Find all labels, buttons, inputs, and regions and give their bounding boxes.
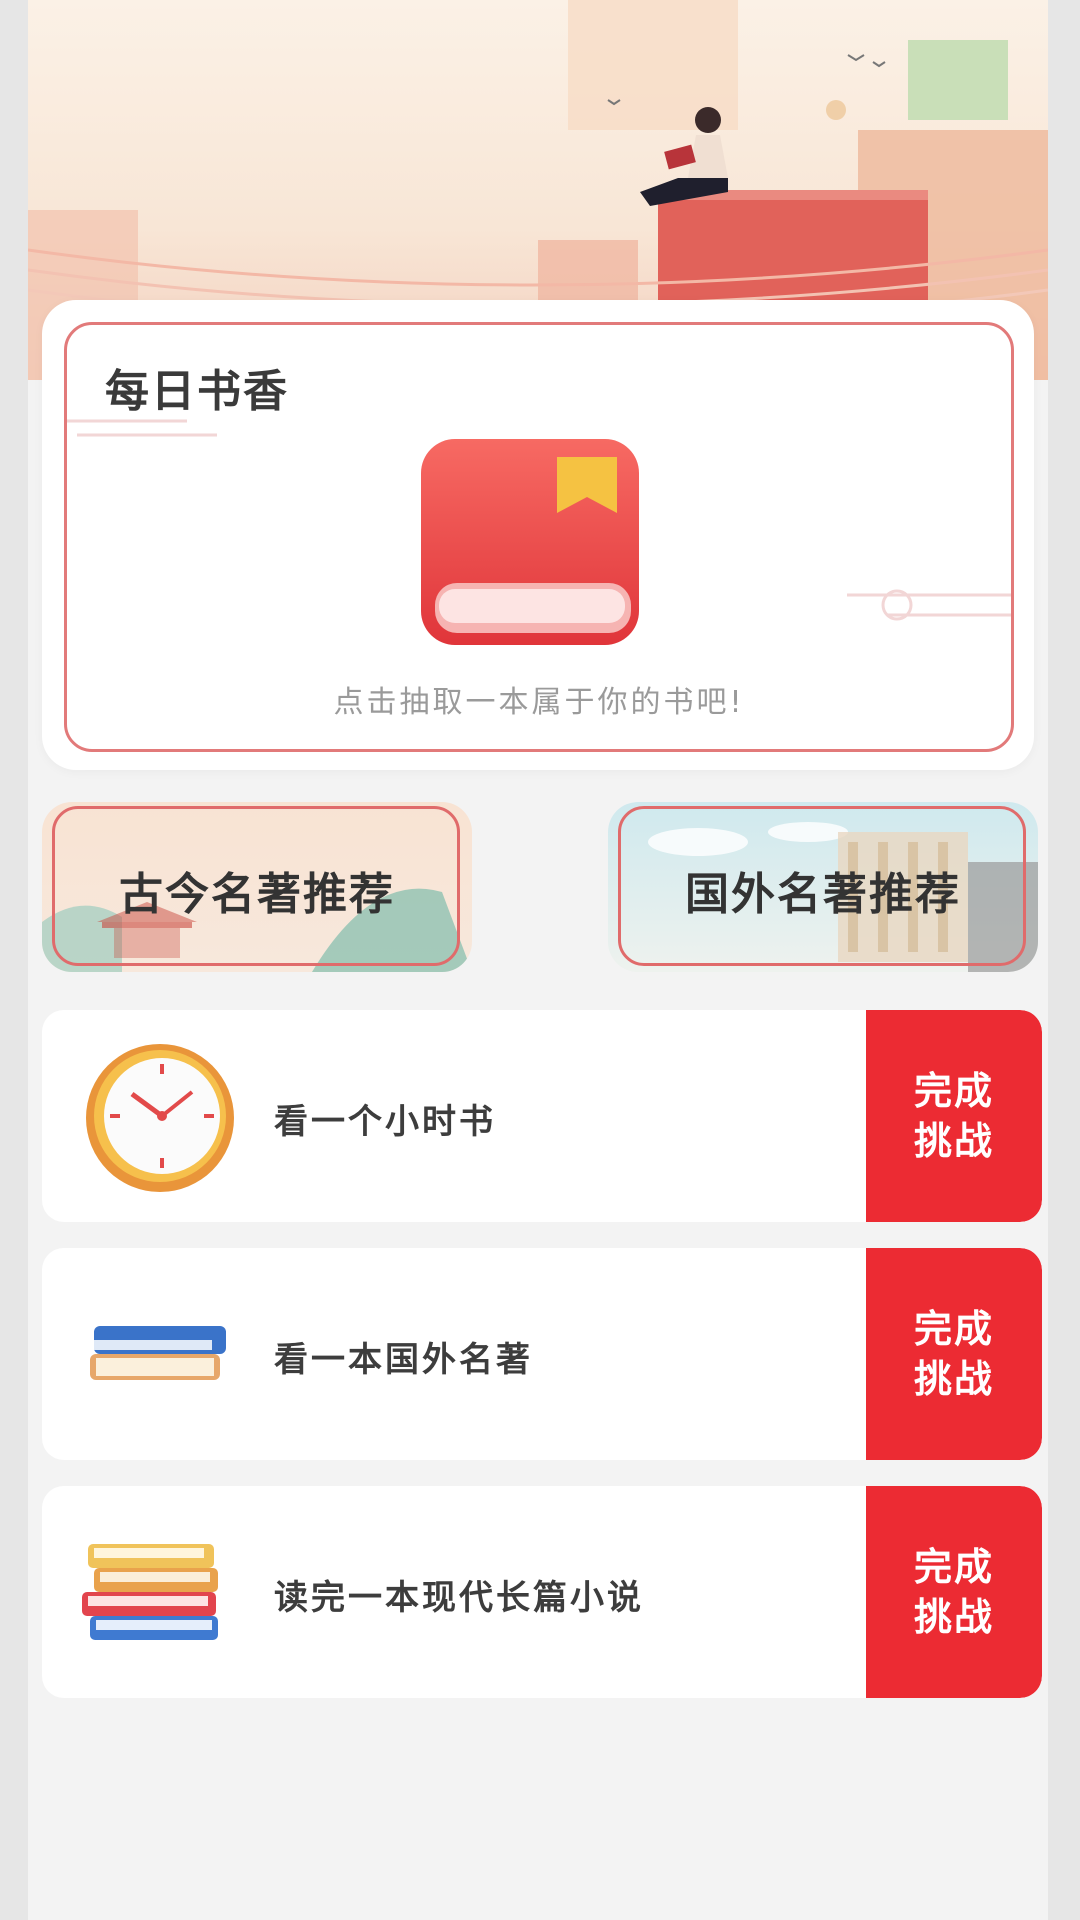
complete-label: 完成 <box>913 1307 994 1351</box>
book-stack-icon <box>90 1326 226 1380</box>
daily-hint-text: 点击抽取一本属于你的书吧! <box>333 685 745 720</box>
task-row: 看一本国外名著 完成 挑战 <box>42 1248 1042 1460</box>
challenge-label: 挑战 <box>913 1119 994 1163</box>
complete-challenge-button[interactable]: 完成 挑战 <box>866 1010 1042 1222</box>
classic-books-label: 古今名著推荐 <box>119 869 395 920</box>
complete-challenge-button[interactable]: 完成 挑战 <box>866 1486 1042 1698</box>
clock-icon <box>86 1044 234 1192</box>
complete-label: 完成 <box>913 1069 994 1113</box>
books-pile-icon <box>82 1544 218 1640</box>
task-label: 看一个小时书 <box>274 1102 496 1142</box>
draw-book-button[interactable] <box>417 435 643 649</box>
complete-label: 完成 <box>913 1545 994 1589</box>
daily-book-card: 每日书香 点击抽取一本属于你的书吧! <box>42 300 1034 770</box>
daily-title: 每日书香 <box>105 366 289 417</box>
classic-books-button[interactable]: 古今名著推荐 <box>42 802 472 972</box>
task-label: 读完一本现代长篇小说 <box>274 1578 644 1618</box>
red-book-icon <box>421 439 639 645</box>
challenge-label: 挑战 <box>913 1357 994 1401</box>
task-label: 看一本国外名著 <box>274 1340 533 1380</box>
task-row: 读完一本现代长篇小说 完成 挑战 <box>42 1486 1042 1698</box>
foreign-books-button[interactable]: 国外名著推荐 <box>608 802 1038 972</box>
challenge-label: 挑战 <box>913 1595 994 1639</box>
daily-book-card-frame: 每日书香 点击抽取一本属于你的书吧! <box>64 322 1014 752</box>
complete-challenge-button[interactable]: 完成 挑战 <box>866 1248 1042 1460</box>
task-row: 看一个小时书 完成 挑战 <box>42 1010 1042 1222</box>
foreign-books-label: 国外名著推荐 <box>685 869 961 920</box>
app-screen: 每日书香 点击抽取一本属于你的书吧! 古今名著推荐 国外名著推荐 看一个小时书 … <box>28 0 1048 1920</box>
